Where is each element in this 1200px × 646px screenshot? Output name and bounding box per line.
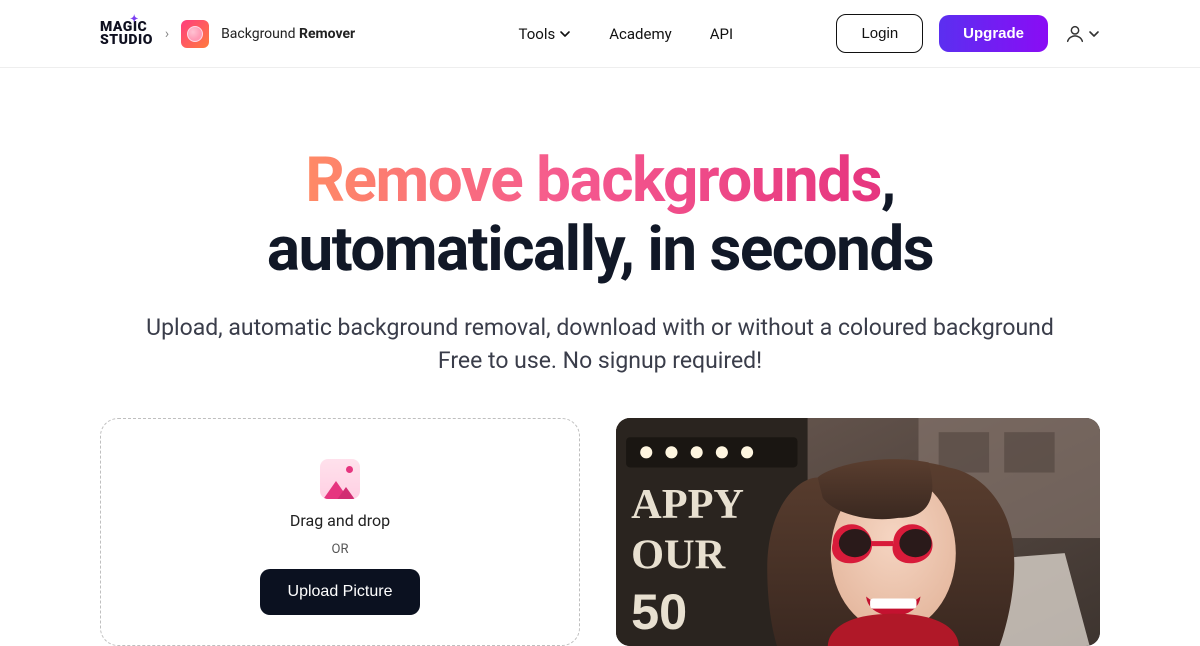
image-icon bbox=[320, 459, 360, 499]
nav-tools[interactable]: Tools bbox=[519, 25, 572, 43]
nav-academy[interactable]: Academy bbox=[609, 25, 671, 43]
user-menu[interactable] bbox=[1064, 23, 1100, 45]
chevron-right-icon: › bbox=[165, 26, 169, 42]
content-section: Drag and drop OR Upload Picture APPY OU bbox=[0, 378, 1200, 646]
login-button[interactable]: Login bbox=[836, 14, 923, 53]
header-actions: Login Upgrade bbox=[836, 14, 1100, 53]
upload-dropzone[interactable]: Drag and drop OR Upload Picture bbox=[100, 418, 580, 646]
hero-subhead: Upload, automatic background removal, do… bbox=[60, 311, 1140, 378]
upgrade-button[interactable]: Upgrade bbox=[939, 15, 1048, 52]
hero-section: Remove backgrounds, automatically, in se… bbox=[0, 68, 1200, 378]
hero-headline: Remove backgrounds, automatically, in se… bbox=[60, 146, 1140, 285]
magic-studio-logo[interactable]: ✦ MAGIC STUDIO bbox=[100, 21, 153, 46]
svg-text:OUR: OUR bbox=[631, 531, 726, 578]
circle-icon bbox=[187, 26, 203, 42]
or-label: OR bbox=[332, 542, 349, 557]
drag-drop-label: Drag and drop bbox=[290, 511, 390, 530]
svg-text:50: 50 bbox=[631, 582, 687, 639]
site-header: ✦ MAGIC STUDIO › Background Remover Tool… bbox=[0, 0, 1200, 68]
chevron-down-icon bbox=[1088, 28, 1100, 40]
upload-picture-button[interactable]: Upload Picture bbox=[260, 569, 421, 615]
nav-api[interactable]: API bbox=[710, 25, 733, 43]
app-name: Background Remover bbox=[221, 26, 355, 42]
main-nav: Tools Academy API bbox=[459, 25, 734, 43]
sample-photo: APPY OUR 50 bbox=[616, 418, 1100, 646]
sparkle-icon: ✦ bbox=[130, 15, 139, 24]
logo-group: ✦ MAGIC STUDIO › Background Remover bbox=[100, 20, 355, 48]
chevron-down-icon bbox=[559, 28, 571, 40]
user-icon bbox=[1064, 23, 1086, 45]
svg-text:APPY: APPY bbox=[631, 480, 744, 527]
app-icon bbox=[181, 20, 209, 48]
preview-image: APPY OUR 50 bbox=[616, 418, 1100, 646]
